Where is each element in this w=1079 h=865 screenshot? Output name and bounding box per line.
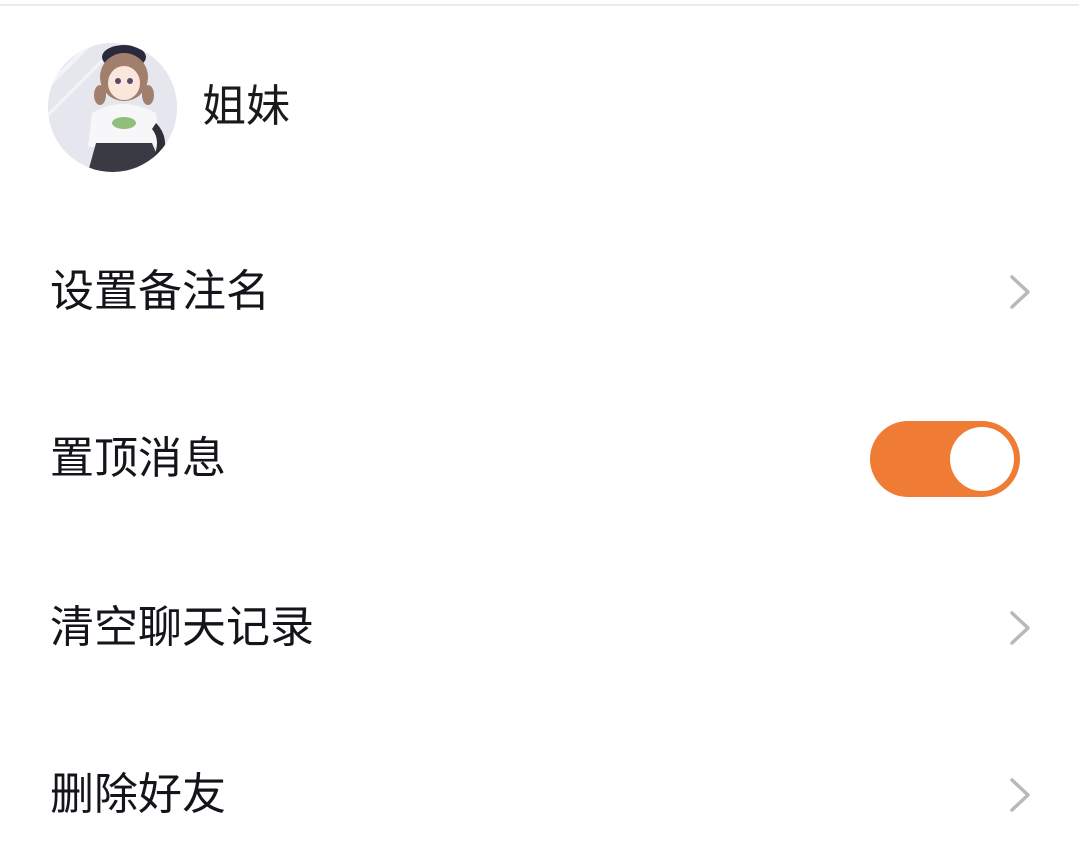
pin-message-toggle[interactable]: [870, 421, 1020, 497]
chevron-right-icon: [1010, 275, 1030, 309]
set-remark-name-row[interactable]: 设置备注名: [0, 242, 1079, 342]
top-divider: [0, 4, 1079, 6]
avatar[interactable]: [48, 42, 177, 172]
set-remark-name-label: 设置备注名: [50, 266, 270, 317]
pin-message-row: 置顶消息: [0, 409, 1079, 509]
contact-name: 姐妹: [202, 81, 290, 132]
delete-friend-row[interactable]: 删除好友: [0, 745, 1079, 845]
clear-chat-history-label: 清空聊天记录: [50, 602, 314, 653]
delete-friend-label: 删除好友: [50, 769, 226, 820]
chevron-right-icon: [1010, 778, 1030, 812]
clear-chat-history-row[interactable]: 清空聊天记录: [0, 578, 1079, 678]
chevron-right-icon: [1010, 611, 1030, 645]
contact-profile: 姐妹: [48, 42, 290, 172]
pin-message-label: 置顶消息: [50, 433, 226, 484]
anime-girl-avatar-icon: [48, 42, 177, 172]
toggle-knob: [950, 427, 1014, 491]
